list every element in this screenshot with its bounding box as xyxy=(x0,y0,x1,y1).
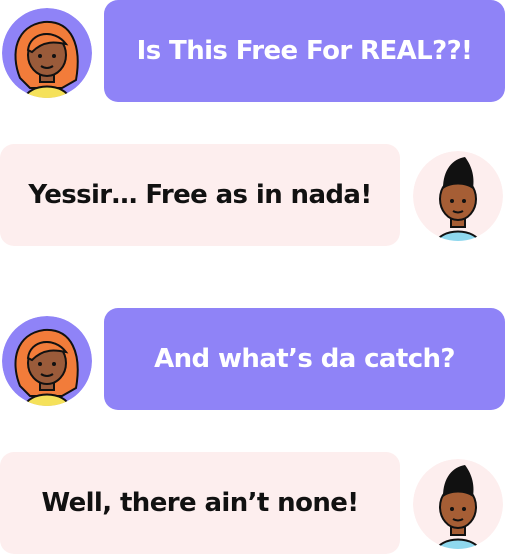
girl-avatar-icon xyxy=(2,316,92,406)
message-bubble: Is This Free For REAL??! xyxy=(104,0,505,102)
message-text: Well, there ain’t none! xyxy=(41,488,359,518)
girl-avatar-icon xyxy=(2,8,92,98)
message-text: Is This Free For REAL??! xyxy=(136,36,473,66)
message-text: And what’s da catch? xyxy=(154,344,455,374)
boy-avatar-icon xyxy=(413,459,503,549)
message-text: Yessir… Free as in nada! xyxy=(28,180,372,210)
chat-message: Is This Free For REAL??! xyxy=(0,0,505,104)
message-bubble: Well, there ain’t none! xyxy=(0,452,400,554)
message-bubble: And what’s da catch? xyxy=(104,308,505,410)
boy-avatar-icon xyxy=(413,151,503,241)
chat-message: Well, there ain’t none! xyxy=(0,452,505,554)
chat-message: And what’s da catch? xyxy=(0,308,505,412)
message-bubble: Yessir… Free as in nada! xyxy=(0,144,400,246)
chat-message: Yessir… Free as in nada! xyxy=(0,144,505,248)
